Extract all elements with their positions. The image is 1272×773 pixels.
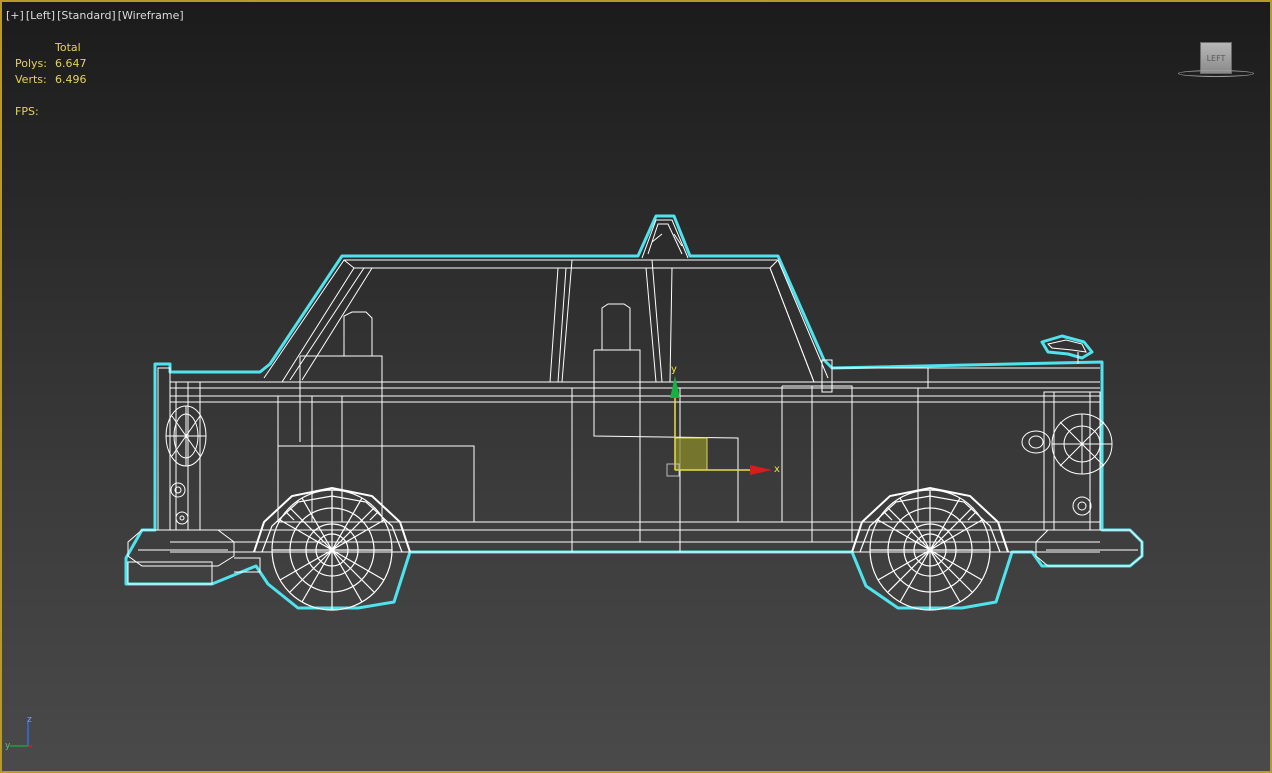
viewport-plus-menu[interactable]: [+] bbox=[6, 9, 24, 22]
world-axis-tripod: z y bbox=[5, 715, 32, 751]
stats-verts-row: Verts: 6.496 bbox=[15, 72, 87, 88]
statistics-overlay: Total Polys: 6.647 Verts: 6.496 FPS: bbox=[15, 40, 87, 120]
front-panel bbox=[1043, 391, 1101, 531]
viewport-shading-style-menu[interactable]: [Standard] bbox=[57, 9, 116, 22]
roof-edge bbox=[343, 259, 779, 269]
left-viewport[interactable]: x y [+] [Left] [Standard] [Wireframe] To… bbox=[0, 0, 1272, 773]
stats-polys-row: Polys: 6.647 bbox=[15, 56, 87, 72]
move-gizmo[interactable]: x y bbox=[666, 364, 780, 477]
wireframe-scene[interactable]: x y bbox=[2, 2, 1270, 771]
viewport-label-menu: [+] [Left] [Standard] [Wireframe] bbox=[6, 9, 184, 22]
rear-panel bbox=[157, 367, 201, 531]
front-headrest bbox=[601, 303, 631, 350]
car-wireframe bbox=[127, 219, 1143, 585]
c-pillar bbox=[638, 259, 663, 383]
front-light bbox=[1021, 413, 1113, 516]
gizmo-x-label: x bbox=[774, 464, 780, 475]
gizmo-xy-plane[interactable] bbox=[674, 437, 708, 471]
belt-line bbox=[170, 381, 1100, 403]
rear-headrest bbox=[343, 311, 373, 356]
taxi-sign bbox=[641, 219, 689, 259]
dashboard bbox=[781, 385, 853, 542]
roof-outer bbox=[263, 259, 829, 379]
rear-seat bbox=[277, 355, 383, 522]
trunk-top bbox=[832, 367, 1100, 388]
verts-value: 6.496 bbox=[55, 73, 87, 86]
fps-label: FPS: bbox=[15, 105, 39, 118]
rocker bbox=[170, 529, 1100, 553]
viewport-display-mode-menu[interactable]: [Wireframe] bbox=[118, 9, 184, 22]
outline-antenna bbox=[1040, 334, 1094, 360]
polys-label: Polys: bbox=[15, 57, 47, 70]
rear-side-window bbox=[302, 267, 559, 383]
wheels bbox=[253, 486, 1009, 611]
b-pillar bbox=[550, 259, 573, 383]
verts-label: Verts: bbox=[15, 73, 47, 86]
front-bumper bbox=[1035, 529, 1143, 567]
viewcube-compass-ring[interactable] bbox=[1178, 70, 1254, 77]
world-z-label: z bbox=[27, 715, 32, 725]
gizmo-x-arrow[interactable] bbox=[750, 465, 772, 475]
polys-value: 6.647 bbox=[55, 57, 87, 70]
rear-window bbox=[289, 267, 373, 381]
stats-header: Total bbox=[55, 41, 81, 54]
gizmo-y-label: y bbox=[671, 364, 677, 375]
front-seat bbox=[593, 349, 739, 542]
viewcube[interactable]: LEFT bbox=[1176, 40, 1258, 82]
viewport-point-of-view-menu[interactable]: [Left] bbox=[26, 9, 55, 22]
gizmo-y-arrow[interactable] bbox=[670, 376, 680, 398]
rear-bumper bbox=[127, 529, 261, 585]
world-y-label: y bbox=[5, 741, 11, 751]
